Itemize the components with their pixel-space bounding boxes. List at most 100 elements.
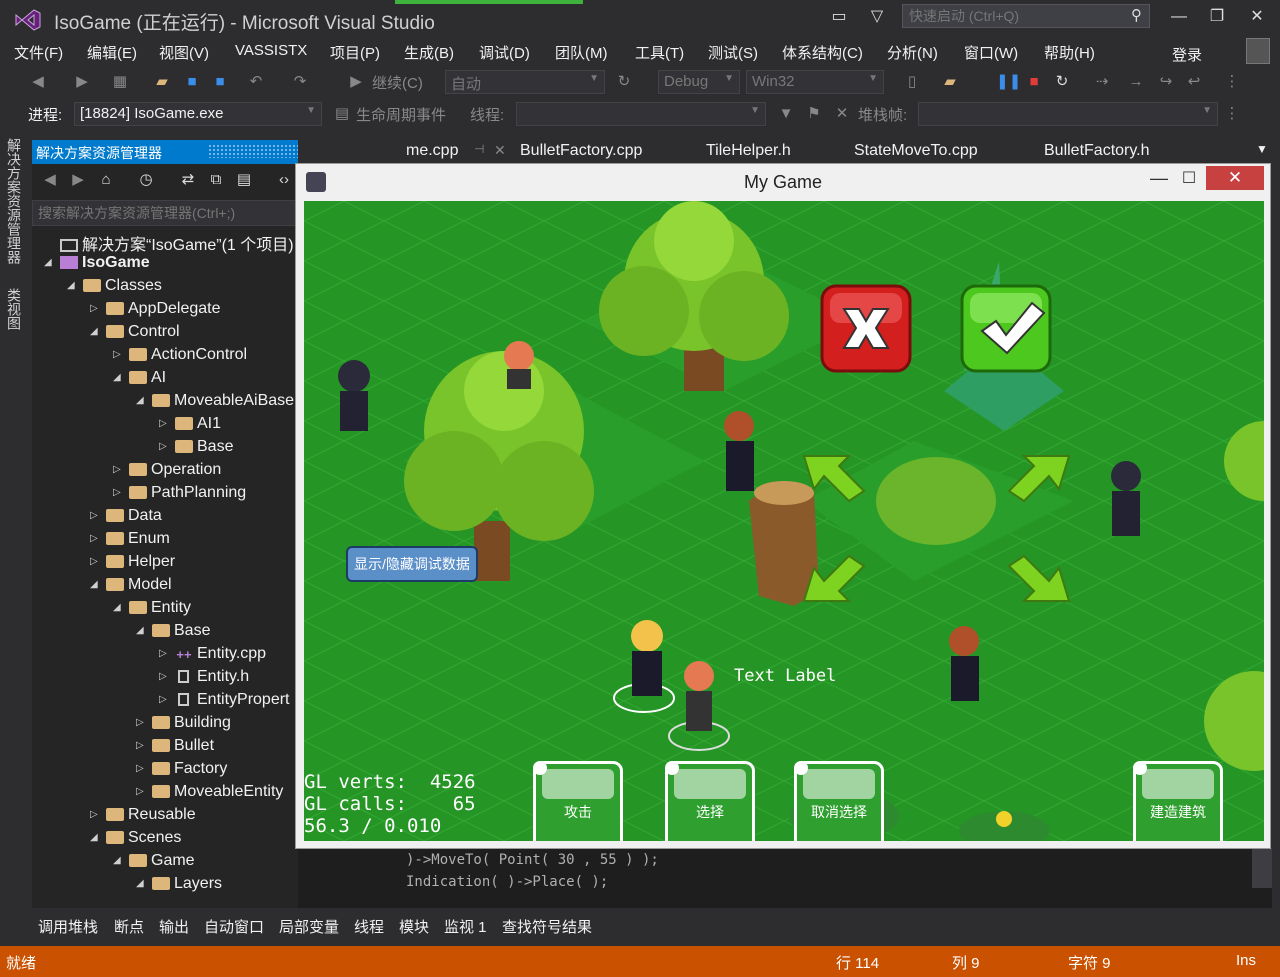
refresh-icon[interactable]: ↻ <box>614 72 634 92</box>
solution-explorer-search[interactable] <box>32 200 298 226</box>
step-over-icon[interactable]: ↪ <box>1156 72 1176 92</box>
continue-button[interactable]: 继续(C) <box>372 72 423 93</box>
tab-bulletfactory-cpp[interactable]: BulletFactory.cpp <box>520 142 642 160</box>
cancel-build-button[interactable] <box>820 284 912 373</box>
find-in-files-icon[interactable]: ▰ <box>940 72 960 92</box>
tree-node[interactable]: ▷ Data <box>90 507 162 529</box>
tab-threads[interactable]: 线程 <box>354 916 384 937</box>
confirm-build-button[interactable] <box>960 284 1052 373</box>
tree-node[interactable]: ◢ Scenes <box>90 829 181 851</box>
restart-icon[interactable]: ↻ <box>1052 72 1072 92</box>
menu-test[interactable]: 测试(S) <box>708 42 758 63</box>
tree-node[interactable]: ▷ Factory <box>136 760 227 782</box>
new-project-icon[interactable]: ▦ <box>110 72 130 92</box>
expand-arrow-icon[interactable]: ▷ <box>113 349 129 360</box>
toolbar-overflow-icon[interactable]: ⋮ <box>1222 104 1242 124</box>
tab-autos[interactable]: 自动窗口 <box>204 916 264 937</box>
sync-icon[interactable]: ⇄ <box>178 170 198 190</box>
menu-vassistx[interactable]: VASSISTX <box>235 42 307 59</box>
tree-node[interactable]: ▷ Base <box>159 438 233 460</box>
step-out-icon[interactable]: ↩ <box>1184 72 1204 92</box>
user-avatar-icon[interactable] <box>1246 38 1270 64</box>
undo-icon[interactable]: ↶ <box>246 72 266 92</box>
tab-statemoveto-cpp[interactable]: StateMoveTo.cpp <box>854 142 978 160</box>
menu-team[interactable]: 团队(M) <box>555 42 608 63</box>
tree-node[interactable]: ◢ Game <box>113 852 195 874</box>
tab-class-view[interactable]: 类视图 <box>6 288 24 330</box>
tab-game-cpp[interactable]: me.cpp <box>406 142 458 160</box>
collapse-arrow-icon[interactable]: ◢ <box>113 602 129 613</box>
filter-icon[interactable]: ▽ <box>866 6 888 28</box>
redo-icon[interactable]: ↷ <box>290 72 310 92</box>
game-close-button[interactable]: ✕ <box>1206 166 1264 190</box>
expand-arrow-icon[interactable]: ▷ <box>159 694 175 705</box>
tab-call-stack[interactable]: 调用堆栈 <box>38 916 98 937</box>
show-next-statement-icon[interactable]: ⇢ <box>1092 72 1112 92</box>
tab-bulletfactory-h[interactable]: BulletFactory.h <box>1044 142 1150 160</box>
menu-debug[interactable]: 调试(D) <box>479 42 530 63</box>
expand-arrow-icon[interactable]: ▷ <box>113 487 129 498</box>
tree-node[interactable]: ◢ AI <box>113 369 166 391</box>
collapse-arrow-icon[interactable]: ◢ <box>136 878 152 889</box>
expand-arrow-icon[interactable]: ▷ <box>90 809 106 820</box>
collapse-arrow-icon[interactable]: ◢ <box>67 280 83 291</box>
tree-node[interactable]: ◢ Layers <box>136 875 222 897</box>
select-button[interactable]: 选择 <box>665 761 755 841</box>
close-button[interactable]: ✕ <box>1246 6 1268 28</box>
tab-breakpoints[interactable]: 断点 <box>114 916 144 937</box>
step-into-icon[interactable]: → <box>1126 72 1146 92</box>
tree-node[interactable]: ▷ Building <box>136 714 231 736</box>
expand-arrow-icon[interactable]: ▷ <box>90 533 106 544</box>
menu-project[interactable]: 项目(P) <box>330 42 380 63</box>
quick-launch-input[interactable] <box>903 5 1125 27</box>
toggle-debug-button[interactable]: 显示/隐藏调试数据 <box>346 546 478 582</box>
device-icon[interactable]: ▯ <box>902 72 922 92</box>
menu-file[interactable]: 文件(F) <box>14 42 63 63</box>
menu-window[interactable]: 窗口(W) <box>964 42 1018 63</box>
tree-node[interactable]: ▷ Entity.h <box>159 668 249 690</box>
tab-find-symbol-results[interactable]: 查找符号结果 <box>502 916 592 937</box>
collapse-arrow-icon[interactable]: ◢ <box>90 832 106 843</box>
tree-node[interactable]: ◢ Classes <box>67 277 162 299</box>
game-maximize-button[interactable]: ☐ <box>1176 168 1202 194</box>
toolbar-overflow-icon[interactable]: ⋮ <box>1222 72 1242 92</box>
home-icon[interactable]: ⌂ <box>96 170 116 190</box>
open-file-icon[interactable]: ▰ <box>152 72 172 92</box>
feedback-icon[interactable]: ▭ <box>828 6 850 28</box>
tree-node[interactable]: ▷ Reusable <box>90 806 196 828</box>
show-all-files-icon[interactable]: ▤ <box>234 170 254 190</box>
expand-arrow-icon[interactable]: ▷ <box>136 740 152 751</box>
menu-edit[interactable]: 编辑(E) <box>87 42 137 63</box>
login-link[interactable]: 登录 <box>1172 44 1202 65</box>
tree-node[interactable]: ▷ Bullet <box>136 737 214 759</box>
expand-arrow-icon[interactable]: ▷ <box>90 510 106 521</box>
forward-icon[interactable]: ▶ <box>72 72 92 92</box>
game-minimize-button[interactable]: — <box>1146 168 1172 194</box>
tree-node[interactable]: ▷ MoveableEntity <box>136 783 283 805</box>
lifecycle-icon[interactable]: ▤ <box>332 104 352 124</box>
tree-node[interactable]: ▷ Operation <box>113 461 221 483</box>
attack-button[interactable]: 攻击 <box>533 761 623 841</box>
back-icon[interactable]: ◀ <box>28 72 48 92</box>
tree-node[interactable]: ▷ AI1 <box>159 415 221 437</box>
collapse-arrow-icon[interactable]: ◢ <box>136 395 152 406</box>
tree-node[interactable]: ▷ AppDelegate <box>90 300 221 322</box>
collapse-arrow-icon[interactable]: ◢ <box>136 625 152 636</box>
search-icon[interactable]: ⚲ <box>1131 6 1142 24</box>
thread-combo[interactable]: ▼ <box>516 102 766 126</box>
continue-icon[interactable]: ▶ <box>346 72 366 92</box>
menu-analyze[interactable]: 分析(N) <box>887 42 938 63</box>
tab-locals[interactable]: 局部变量 <box>279 916 339 937</box>
collapse-all-icon[interactable]: ⧉ <box>206 170 226 190</box>
tab-modules[interactable]: 模块 <box>399 916 429 937</box>
save-icon[interactable]: ■ <box>182 72 202 92</box>
quick-launch[interactable]: ⚲ <box>902 4 1150 28</box>
expand-arrow-icon[interactable]: ▷ <box>159 648 175 659</box>
close-icon[interactable]: ✕ <box>494 142 506 159</box>
filter-threads-icon[interactable]: ⚑ <box>804 104 824 124</box>
expand-arrow-icon[interactable]: ▷ <box>136 717 152 728</box>
tree-node[interactable]: ▷ Enum <box>90 530 170 552</box>
expand-arrow-icon[interactable]: ▷ <box>113 464 129 475</box>
game-canvas[interactable]: 显示/隐藏调试数据 Text Label GL verts: 4526 GL c… <box>304 201 1264 841</box>
tree-node[interactable]: 解决方案“IsoGame”(1 个项目) <box>44 231 294 254</box>
